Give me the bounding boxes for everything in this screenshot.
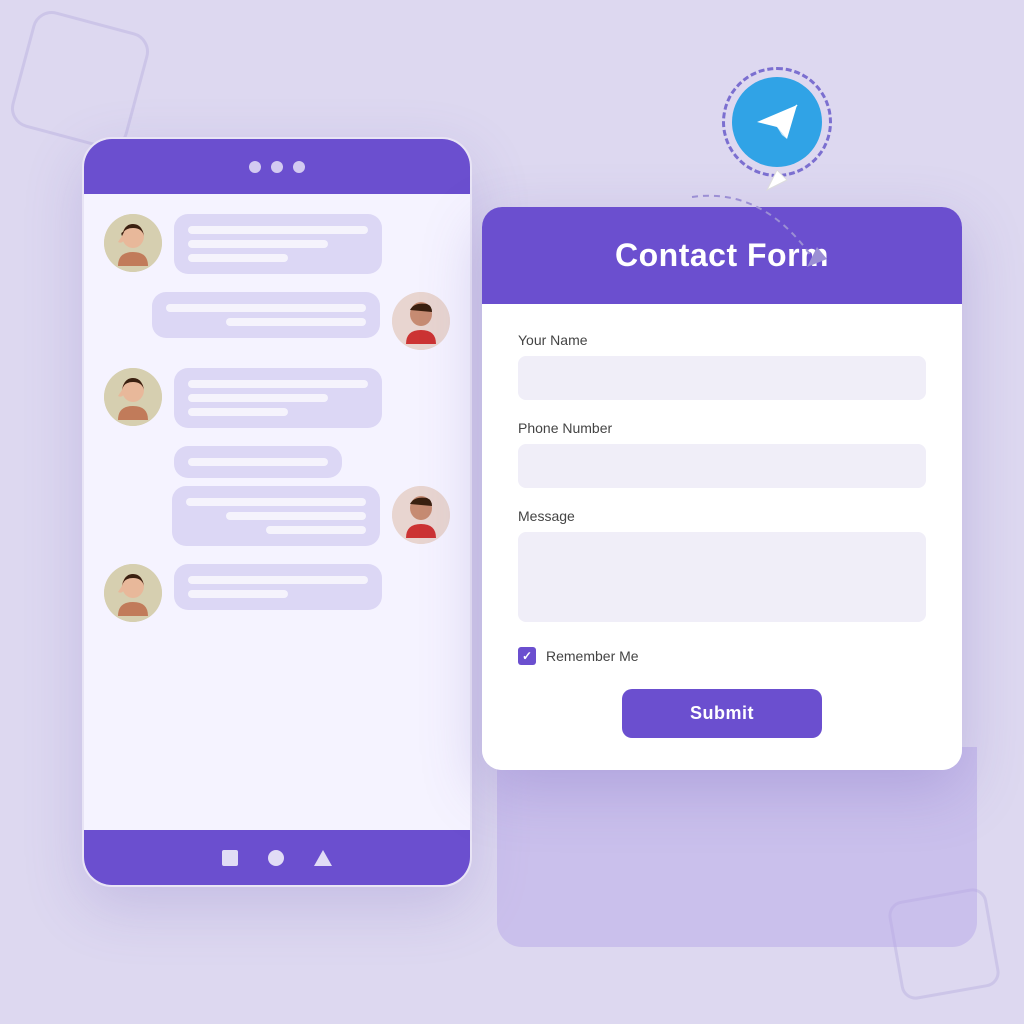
avatar-male-1 — [392, 292, 450, 350]
phone-dot-1 — [249, 161, 261, 173]
avatar-female-1 — [104, 214, 162, 272]
chat-row-2 — [104, 292, 450, 350]
bubble-line — [188, 254, 288, 262]
circle-icon — [268, 850, 284, 866]
paper-plane-icon — [752, 97, 802, 147]
name-label: Your Name — [518, 332, 926, 348]
remember-me-checkbox[interactable] — [518, 647, 536, 665]
bubble-line — [226, 318, 366, 326]
bubble-line — [188, 576, 368, 584]
bubble-line — [188, 408, 288, 416]
chat-bubble-4b — [172, 486, 380, 546]
bubble-line — [188, 458, 328, 466]
message-label: Message — [518, 508, 926, 524]
chat-row-4a — [104, 446, 450, 478]
chat-row-1 — [104, 214, 450, 274]
avatar-female-2 — [104, 368, 162, 426]
scene: Contact Form Your Name Phone Number Mess… — [62, 87, 962, 937]
phone-dot-2 — [271, 161, 283, 173]
phone-header — [84, 139, 470, 194]
bubble-line — [266, 526, 366, 534]
telegram-icon-bg — [732, 77, 822, 167]
telegram-bubble — [722, 67, 832, 177]
chat-bubble-5 — [174, 564, 382, 610]
chat-bubble-4a — [174, 446, 342, 478]
bubble-line — [188, 590, 288, 598]
avatar-female-3 — [104, 564, 162, 622]
remember-me-group: Remember Me — [518, 647, 926, 665]
phone-footer — [84, 830, 470, 885]
chat-bubble-3 — [174, 368, 382, 428]
bubble-line — [188, 394, 328, 402]
chat-bubble-2 — [152, 292, 380, 338]
phone-input[interactable] — [518, 444, 926, 488]
bubble-line — [188, 380, 368, 388]
dashed-arrow — [642, 177, 842, 297]
bubble-line — [186, 498, 366, 506]
triangle-icon — [314, 850, 332, 866]
name-field-group: Your Name — [518, 332, 926, 400]
chat-group-4 — [104, 446, 450, 546]
bubble-line — [188, 226, 368, 234]
message-field-group: Message — [518, 508, 926, 627]
chat-row-5 — [104, 564, 450, 622]
message-input[interactable] — [518, 532, 926, 622]
form-body: Your Name Phone Number Message Remember … — [482, 304, 962, 770]
phone-field-group: Phone Number — [518, 420, 926, 488]
telegram-outer-ring — [722, 67, 832, 177]
phone-mockup — [82, 137, 472, 887]
square-icon — [222, 850, 238, 866]
submit-button[interactable]: Submit — [622, 689, 822, 738]
bubble-line — [226, 512, 366, 520]
avatar-male-2 — [392, 486, 450, 544]
phone-dot-3 — [293, 161, 305, 173]
name-input[interactable] — [518, 356, 926, 400]
remember-me-label: Remember Me — [546, 648, 639, 664]
chat-row-4b — [104, 486, 450, 546]
form-shadow — [497, 747, 977, 947]
phone-body — [84, 194, 470, 830]
bubble-line — [188, 240, 328, 248]
chat-bubble-1 — [174, 214, 382, 274]
bubble-tail — [762, 170, 792, 195]
chat-row-3 — [104, 368, 450, 428]
phone-label: Phone Number — [518, 420, 926, 436]
bubble-line — [166, 304, 366, 312]
